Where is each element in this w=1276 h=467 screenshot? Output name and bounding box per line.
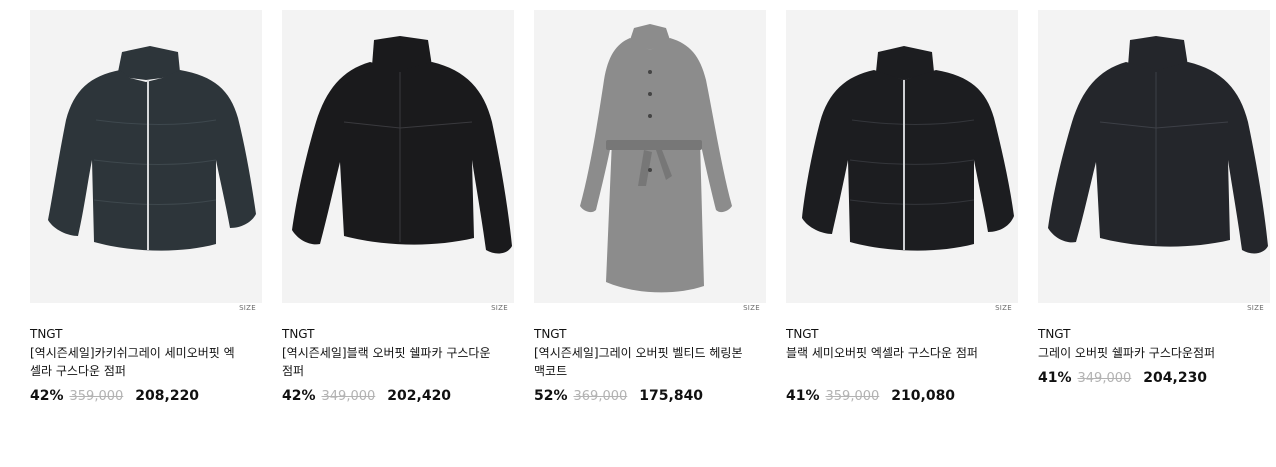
- size-tag[interactable]: SIZE: [491, 304, 508, 312]
- brand-name[interactable]: TNGT: [534, 327, 567, 341]
- product-image[interactable]: [30, 10, 262, 303]
- black-puffer-jacket-icon: [802, 46, 1014, 251]
- product-image[interactable]: [786, 10, 1018, 303]
- price-row: 41% 359,000 210,080: [786, 388, 955, 404]
- price-row: 42% 349,000 202,420: [282, 388, 451, 404]
- price-row: 52% 369,000 175,840: [534, 388, 703, 404]
- original-price: 349,000: [321, 389, 376, 404]
- price-row: 42% 359,000 208,220: [30, 388, 199, 404]
- brand-name[interactable]: TNGT: [30, 327, 63, 341]
- product-card[interactable]: SIZE TNGT [역시즌세일]그레이 오버핏 벨티드 헤링본 맥코트 52%…: [534, 10, 766, 404]
- gray-herringbone-coat-icon: [580, 24, 732, 293]
- size-tag[interactable]: SIZE: [1247, 304, 1264, 312]
- product-card[interactable]: SIZE TNGT [역시즌세일]블랙 오버핏 쉘파카 구스다운점퍼 42% 34…: [282, 10, 514, 404]
- product-name[interactable]: 블랙 세미오버핏 엑셀라 구스다운 점퍼: [786, 344, 996, 362]
- discount-rate: 42%: [30, 388, 64, 404]
- original-price: 359,000: [69, 389, 124, 404]
- product-grid: SIZE TNGT [역시즌세일]카키쉬그레이 세미오버핏 엑셀라 구스다운 점…: [0, 0, 1276, 467]
- charcoal-parka-jacket-icon: [1048, 36, 1268, 254]
- product-card[interactable]: SIZE TNGT [역시즌세일]카키쉬그레이 세미오버핏 엑셀라 구스다운 점…: [30, 10, 262, 404]
- dark-green-puffer-jacket-icon: [48, 46, 256, 251]
- sale-price: 175,840: [639, 388, 704, 404]
- discount-rate: 52%: [534, 388, 568, 404]
- sale-price: 208,220: [135, 388, 200, 404]
- product-image[interactable]: [534, 10, 766, 303]
- discount-rate: 41%: [786, 388, 820, 404]
- product-image[interactable]: [1038, 10, 1270, 303]
- original-price: 349,000: [1077, 371, 1132, 386]
- product-name[interactable]: [역시즌세일]카키쉬그레이 세미오버핏 엑셀라 구스다운 점퍼: [30, 344, 240, 380]
- sale-price: 210,080: [891, 388, 956, 404]
- product-card[interactable]: SIZE TNGT 그레이 오버핏 쉘파카 구스다운점퍼 41% 349,000 2…: [1038, 10, 1270, 386]
- brand-name[interactable]: TNGT: [282, 327, 315, 341]
- product-image[interactable]: [282, 10, 514, 303]
- original-price: 359,000: [825, 389, 880, 404]
- discount-rate: 41%: [1038, 370, 1072, 386]
- original-price: 369,000: [573, 389, 628, 404]
- brand-name[interactable]: TNGT: [1038, 327, 1071, 341]
- product-name[interactable]: [역시즌세일]블랙 오버핏 쉘파카 구스다운점퍼: [282, 344, 492, 380]
- size-tag[interactable]: SIZE: [743, 304, 760, 312]
- discount-rate: 42%: [282, 388, 316, 404]
- price-row: 41% 349,000 204,230: [1038, 370, 1207, 386]
- size-tag[interactable]: SIZE: [995, 304, 1012, 312]
- product-name[interactable]: 그레이 오버핏 쉘파카 구스다운점퍼: [1038, 344, 1248, 362]
- black-parka-jacket-icon: [292, 36, 512, 254]
- brand-name[interactable]: TNGT: [786, 327, 819, 341]
- sale-price: 202,420: [387, 388, 452, 404]
- product-card[interactable]: SIZE TNGT 블랙 세미오버핏 엑셀라 구스다운 점퍼 41% 359,00…: [786, 10, 1018, 404]
- product-name[interactable]: [역시즌세일]그레이 오버핏 벨티드 헤링본 맥코트: [534, 344, 744, 380]
- size-tag[interactable]: SIZE: [239, 304, 256, 312]
- sale-price: 204,230: [1143, 370, 1208, 386]
